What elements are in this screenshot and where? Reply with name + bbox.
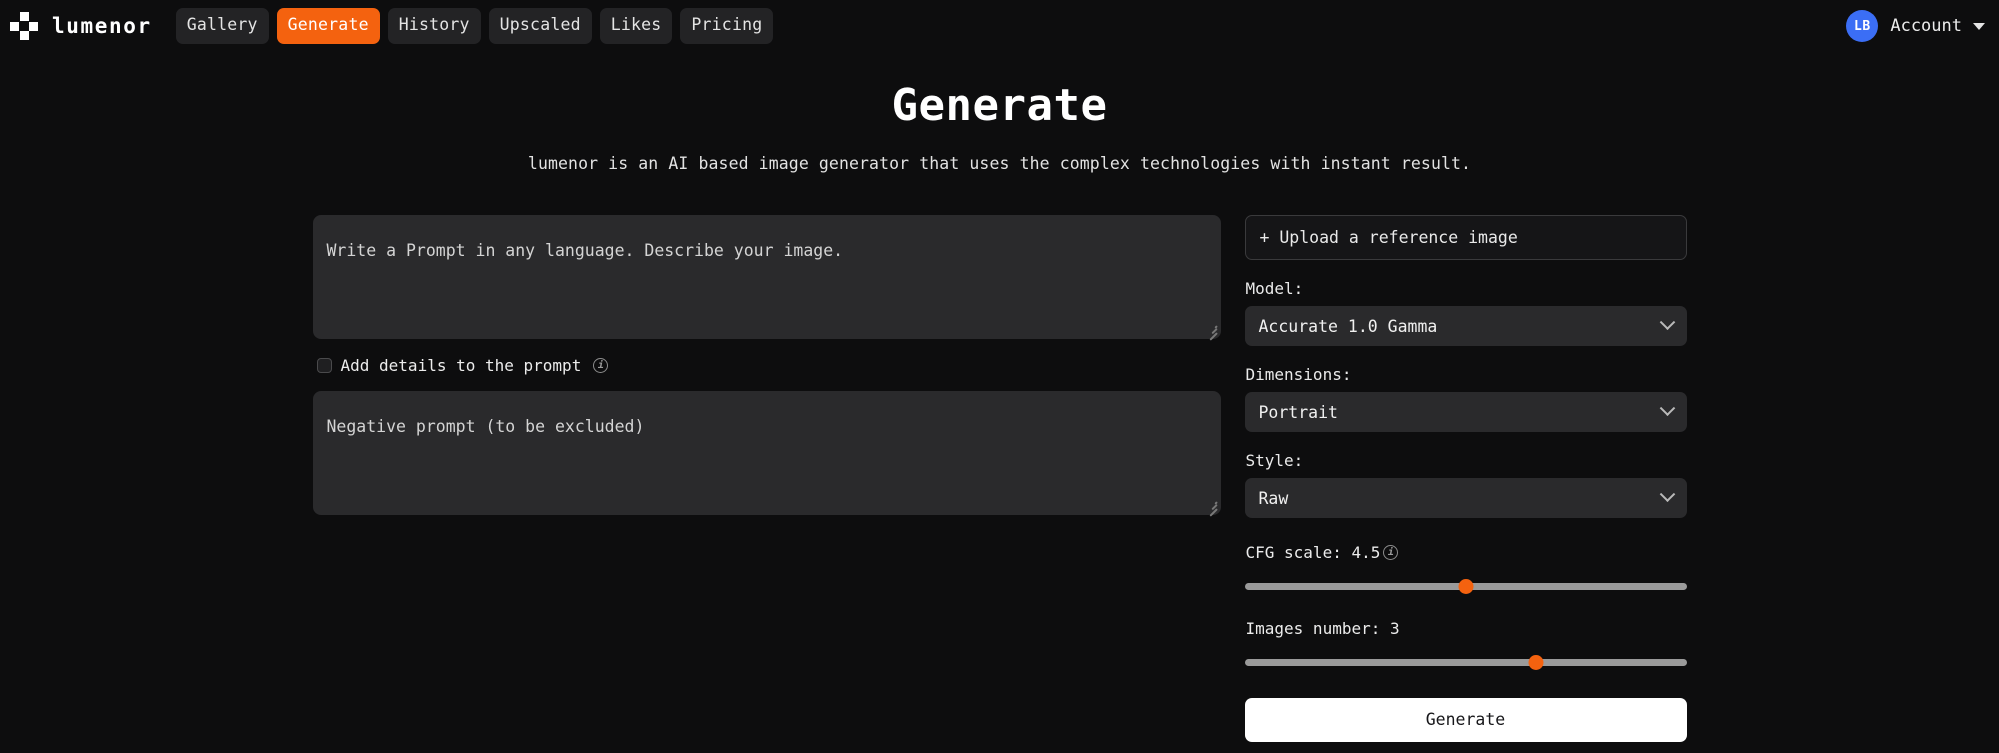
main-nav: Gallery Generate History Upscaled Likes …	[175, 8, 774, 44]
prompt-field-wrap	[312, 215, 1221, 341]
info-icon[interactable]: i	[593, 358, 609, 374]
model-select[interactable]: Accurate 1.0 Gamma	[1244, 306, 1687, 347]
negative-prompt-input[interactable]	[312, 391, 1221, 516]
negative-prompt-field-wrap	[312, 391, 1221, 517]
cfg-scale-label: CFG scale: 4.5	[1245, 543, 1381, 563]
generate-button[interactable]: Generate	[1244, 698, 1687, 743]
add-details-row: Add details to the prompt i	[316, 356, 1221, 376]
chevron-down-icon	[1659, 486, 1675, 502]
header-right: LB Account	[1846, 10, 1985, 42]
dimensions-label: Dimensions:	[1245, 365, 1352, 385]
images-number-label: Images number: 3	[1245, 619, 1400, 639]
chevron-down-icon	[1973, 22, 1985, 30]
dimensions-selected-value: Portrait	[1258, 402, 1338, 422]
account-menu[interactable]: Account	[1890, 16, 1985, 36]
brand[interactable]: lumenor	[10, 12, 176, 40]
nav-item-history[interactable]: History	[387, 8, 481, 44]
model-label: Model:	[1245, 279, 1304, 299]
style-select[interactable]: Raw	[1244, 478, 1687, 519]
nav-item-gallery[interactable]: Gallery	[175, 8, 269, 44]
page-title: Generate	[891, 80, 1108, 131]
avatar[interactable]: LB	[1846, 10, 1879, 42]
style-label: Style:	[1245, 451, 1304, 471]
upload-reference-image-button[interactable]: + Upload a reference image	[1244, 215, 1687, 261]
cfg-scale-label-row: CFG scale: 4.5 i	[1246, 543, 1687, 562]
model-selected-value: Accurate 1.0 Gamma	[1258, 316, 1438, 336]
prompt-column: Add details to the prompt i	[312, 215, 1221, 742]
cfg-scale-slider[interactable]	[1244, 578, 1687, 595]
nav-item-generate[interactable]: Generate	[276, 8, 380, 44]
brand-name: lumenor	[52, 14, 152, 38]
add-details-label: Add details to the prompt	[340, 356, 582, 376]
images-number-slider-thumb[interactable]	[1528, 655, 1544, 671]
info-icon[interactable]: i	[1383, 545, 1399, 561]
nav-item-likes[interactable]: Likes	[599, 8, 673, 44]
style-selected-value: Raw	[1258, 488, 1289, 508]
nav-item-upscaled[interactable]: Upscaled	[488, 8, 592, 44]
prompt-input[interactable]	[312, 215, 1221, 340]
settings-panel: + Upload a reference image Model: Accura…	[1244, 215, 1687, 743]
add-details-checkbox[interactable]	[316, 358, 332, 374]
nav-item-pricing[interactable]: Pricing	[680, 8, 774, 44]
account-label: Account	[1890, 16, 1962, 36]
page-subtitle: lumenor is an AI based image generator t…	[527, 154, 1472, 174]
cfg-scale-slider-thumb[interactable]	[1458, 579, 1473, 595]
hero: Generate lumenor is an AI based image ge…	[0, 52, 1999, 173]
lumenor-logo-icon	[10, 12, 38, 40]
dimensions-select[interactable]: Portrait	[1244, 392, 1687, 433]
app-header: lumenor Gallery Generate History Upscale…	[0, 0, 1999, 52]
chevron-down-icon	[1659, 314, 1675, 330]
generate-form: Add details to the prompt i + Upload a r…	[0, 215, 1999, 743]
images-number-slider[interactable]	[1244, 654, 1687, 671]
chevron-down-icon	[1659, 400, 1675, 416]
images-number-label-row: Images number: 3	[1246, 619, 1687, 638]
images-number-slider-track	[1244, 659, 1687, 667]
